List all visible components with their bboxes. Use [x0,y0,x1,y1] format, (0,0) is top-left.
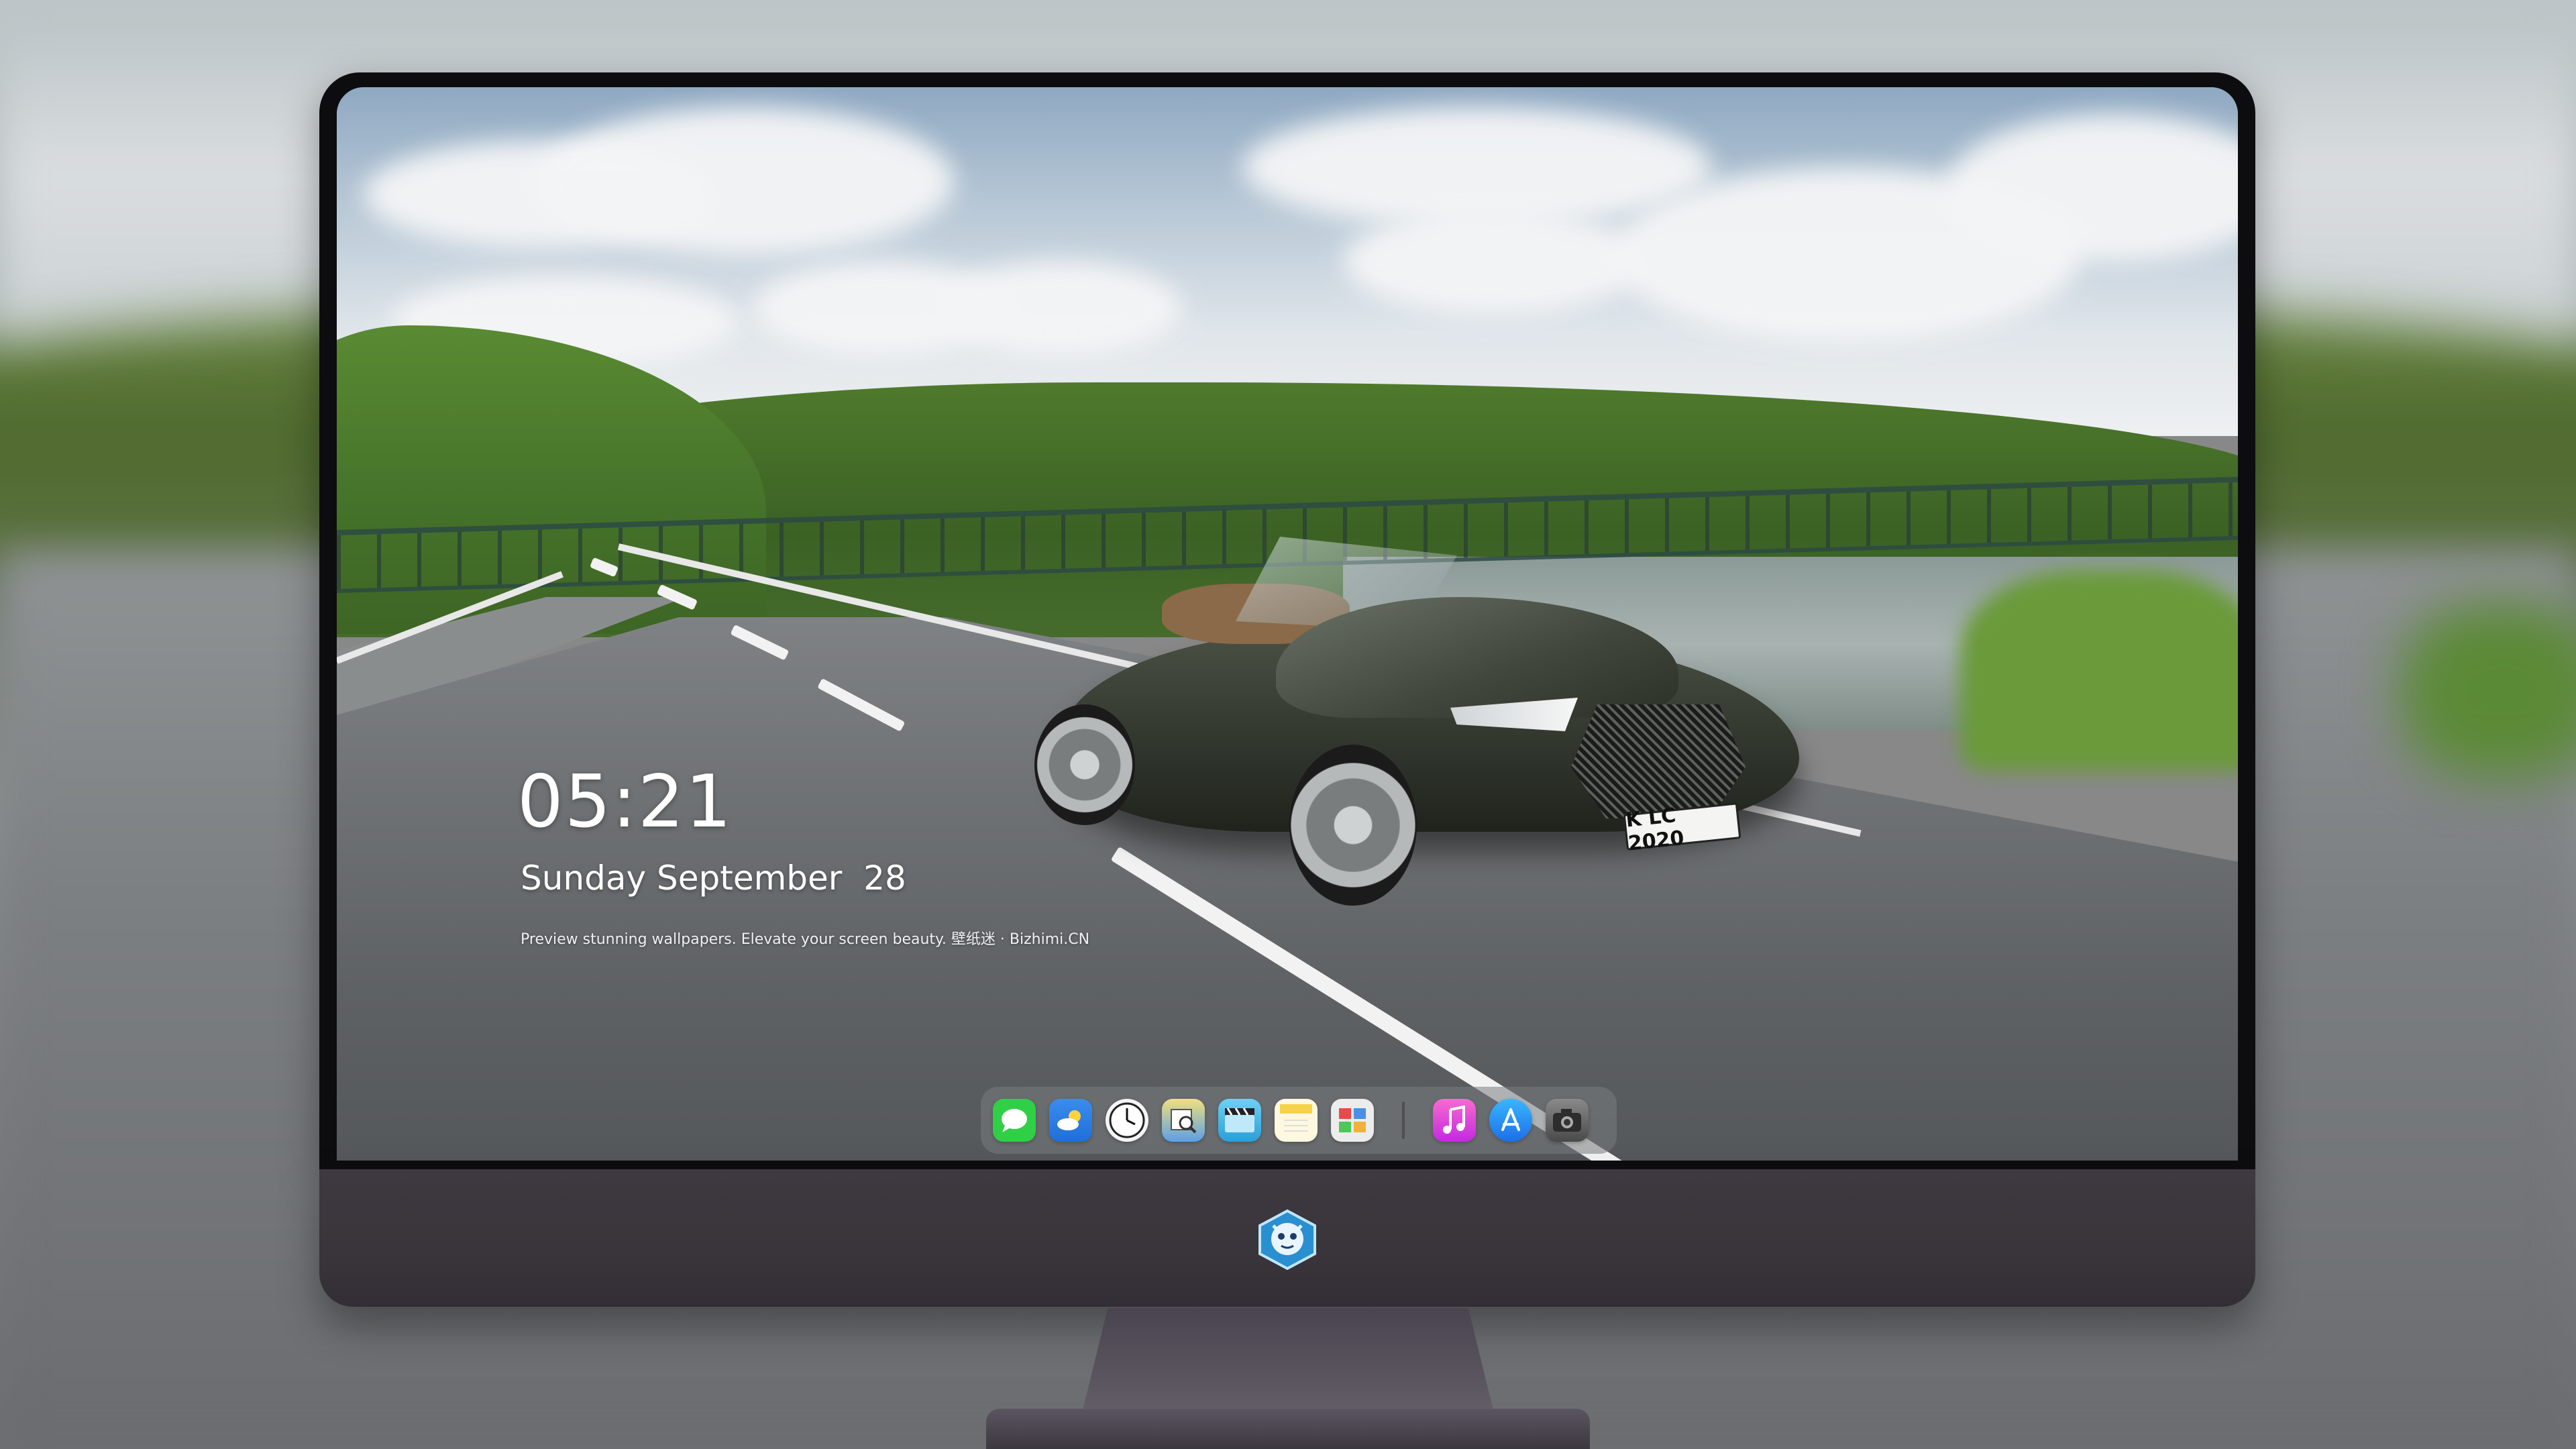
music-icon[interactable] [1433,1099,1476,1142]
car-front-wheel [1289,745,1417,906]
wallpaper-greenery [1960,570,2238,771]
convertible-car: K LC 2020 [1034,523,1826,912]
monitor-bezel: K LC 2020 05:21 Sunday September 28 Prev… [319,72,2255,1169]
dock [981,1087,1617,1154]
monitor-stand-base [986,1409,1590,1449]
clock-icon[interactable] [1106,1099,1148,1142]
mascot-logo-icon [1256,1208,1319,1271]
cloud [941,262,1182,356]
dock-separator [1402,1102,1405,1139]
wallpaper-tagline: Preview stunning wallpapers. Elevate you… [521,931,1090,948]
lock-screen[interactable]: K LC 2020 05:21 Sunday September 28 Prev… [337,87,2238,1161]
cloud [1343,208,1645,315]
car-rear-wheel [1034,704,1135,825]
preview-icon[interactable] [1162,1099,1205,1142]
license-plate: K LC 2020 [1623,802,1741,855]
photo-browser-icon[interactable] [1331,1099,1374,1142]
lock-clock: 05:21 [517,760,733,844]
cloud [538,107,954,255]
video-editor-icon[interactable] [1218,1099,1261,1142]
monitor-chin [319,1169,2255,1307]
messages-icon[interactable] [993,1099,1036,1142]
lock-date: Sunday September 28 [521,859,906,898]
weather-icon[interactable] [1049,1099,1092,1142]
camera-icon[interactable] [1546,1099,1589,1142]
app-store-icon[interactable] [1489,1099,1532,1142]
background-bush [2402,604,2576,778]
notes-icon[interactable] [1275,1099,1318,1142]
monitor: K LC 2020 05:21 Sunday September 28 Prev… [319,72,2255,1307]
